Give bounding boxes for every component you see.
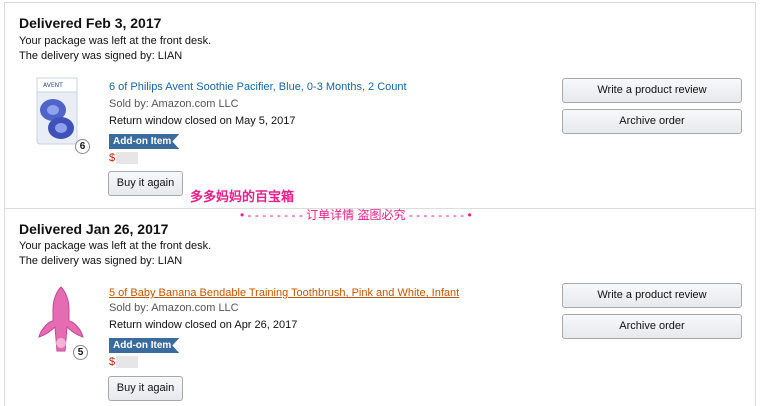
sold-by: Sold by: Amazon.com LLC xyxy=(109,98,239,110)
return-window: Return window closed on Apr 26, 2017 xyxy=(109,319,298,331)
order-card: Delivered Feb 3, 2017 Your package was l… xyxy=(4,2,756,209)
write-review-button[interactable]: Write a product review xyxy=(562,78,742,103)
price-redacted xyxy=(116,356,139,369)
product-title-link[interactable]: 6 of Philips Avent Soothie Pacifier, Blu… xyxy=(109,81,407,93)
delivery-note: Your package was left at the front desk. xyxy=(19,240,212,252)
write-review-button[interactable]: Write a product review xyxy=(562,283,742,308)
item-price: $ xyxy=(109,152,139,165)
delivery-signature: The delivery was signed by: LIAN xyxy=(19,50,183,62)
delivery-signature: The delivery was signed by: LIAN xyxy=(19,255,183,267)
buy-again-button[interactable]: Buy it again xyxy=(108,376,183,401)
order-card: Delivered Jan 26, 2017 Your package was … xyxy=(4,208,756,406)
archive-order-button[interactable]: Archive order xyxy=(562,109,742,134)
product-image-pacifier[interactable]: AVENT 6 xyxy=(31,76,91,154)
delivery-status-title: Delivered Feb 3, 2017 xyxy=(19,15,162,31)
pacifier-image: AVENT xyxy=(36,77,78,145)
product-title-link[interactable]: 5 of Baby Banana Bendable Training Tooth… xyxy=(109,287,459,299)
svg-text:AVENT: AVENT xyxy=(43,82,63,89)
toothbrush-image xyxy=(38,286,84,352)
price-redacted xyxy=(116,152,139,165)
quantity-badge: 5 xyxy=(73,345,88,360)
quantity-badge: 6 xyxy=(75,139,90,154)
item-price: $ xyxy=(109,356,139,369)
watermark-subtitle: • - - - - - - - - 订单详情 盗图必究 - - - - - - … xyxy=(240,208,472,222)
buy-again-button[interactable]: Buy it again xyxy=(108,171,183,196)
delivery-status-title: Delivered Jan 26, 2017 xyxy=(19,221,169,237)
sold-by: Sold by: Amazon.com LLC xyxy=(109,302,239,314)
product-image-toothbrush[interactable]: 5 xyxy=(31,281,91,360)
return-window: Return window closed on May 5, 2017 xyxy=(109,115,296,127)
price-symbol: $ xyxy=(109,356,116,368)
watermark-title: 多多妈妈的百宝箱 xyxy=(190,189,295,204)
addon-item-badge: Add-on Item xyxy=(109,134,180,149)
delivery-note: Your package was left at the front desk. xyxy=(19,35,212,47)
archive-order-button[interactable]: Archive order xyxy=(562,314,742,339)
addon-item-badge: Add-on Item xyxy=(109,338,180,353)
price-symbol: $ xyxy=(109,152,116,164)
